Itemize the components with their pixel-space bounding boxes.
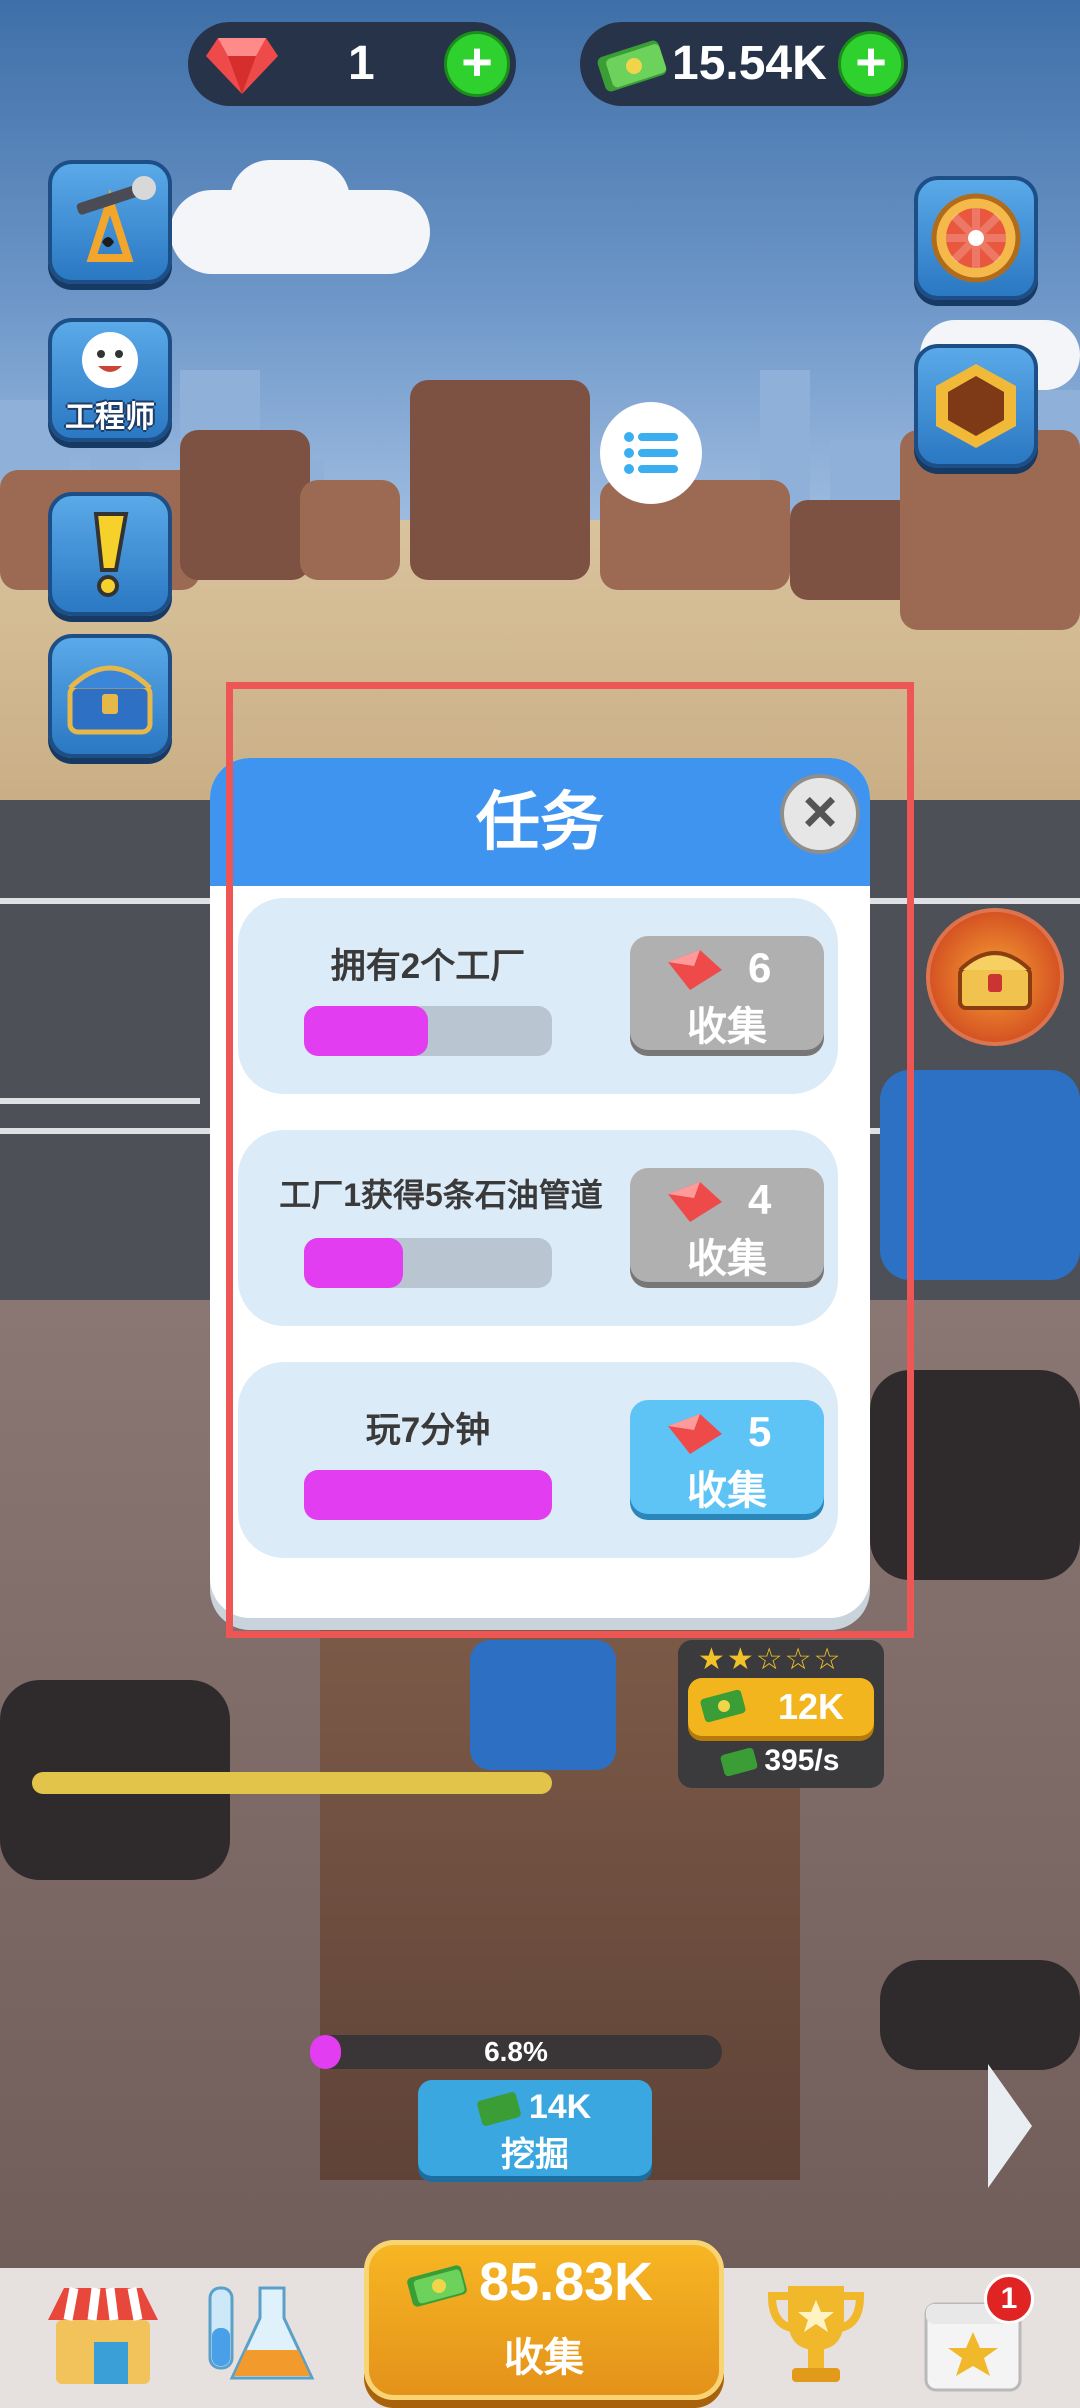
engineer-button[interactable]: 工程师 xyxy=(48,318,172,442)
lab-flask-icon xyxy=(208,2286,315,2380)
add-cash-button[interactable]: + xyxy=(838,31,904,97)
cloud xyxy=(230,160,350,240)
dig-cost-text: 14K xyxy=(528,2088,592,2126)
income-rate: 395/s xyxy=(719,1744,840,1778)
cash-amount: 15.54K xyxy=(672,37,827,90)
treasure-chest-icon xyxy=(958,951,1032,1010)
notification-badge: 1 xyxy=(984,2274,1034,2324)
hexagon-button[interactable] xyxy=(914,344,1038,468)
dig-cost: 14K xyxy=(418,2088,652,2127)
dig-label: 挖掘 xyxy=(501,2136,569,2174)
collect-all-button[interactable]: 85.83K 收集 xyxy=(364,2240,724,2400)
treasure-button[interactable] xyxy=(48,634,172,758)
highlight-frame xyxy=(226,682,914,1638)
cash-icon xyxy=(407,2265,467,2307)
engineer-label: 工程师 xyxy=(65,401,155,434)
factory-upgrade-button[interactable]: 12K xyxy=(688,1678,874,1736)
factory-upgrade-panel: ★★☆☆☆ 12K 395/s xyxy=(678,1640,884,1788)
lab-button[interactable] xyxy=(200,2278,320,2390)
dig-progress-text: 6.8% xyxy=(484,2036,548,2067)
add-gems-button[interactable]: + xyxy=(444,31,510,97)
menu-button[interactable] xyxy=(600,402,702,504)
oil-pump-icon xyxy=(76,176,156,262)
oil-tank xyxy=(470,1640,616,1770)
hexagon-icon xyxy=(936,364,1016,448)
coal-pile xyxy=(880,1960,1080,2070)
gem-counter: 1 + xyxy=(188,22,516,106)
cash-icon xyxy=(700,1689,746,1723)
treasure-chest-icon xyxy=(67,665,153,735)
alert-button[interactable] xyxy=(48,492,172,616)
engineer-icon xyxy=(82,332,138,388)
next-arrow-button[interactable] xyxy=(988,2064,1032,2188)
collect-amount: 85.83K xyxy=(479,2252,654,2312)
shop-icon xyxy=(48,2287,158,2384)
exclamation-icon xyxy=(93,512,129,597)
cash-icon xyxy=(476,2091,522,2127)
income-rate-text: 395/s xyxy=(764,1744,840,1777)
road-lane xyxy=(0,1098,200,1104)
cash-icon xyxy=(594,34,670,101)
upgrade-cost: 12K xyxy=(778,1686,845,1727)
chest-reward-bubble[interactable] xyxy=(926,908,1064,1046)
dig-button[interactable]: 14K 挖掘 xyxy=(418,2080,652,2176)
star-rating: ★★☆☆☆ xyxy=(698,1643,843,1676)
cash-counter: 15.54K + xyxy=(580,22,908,106)
menu-icon xyxy=(624,432,678,474)
rock xyxy=(180,430,310,580)
rock xyxy=(410,380,590,580)
dig-progress-bar: 6.8% xyxy=(310,2035,722,2069)
gem-amount: 1 xyxy=(348,37,375,90)
rock xyxy=(300,480,400,580)
trophy-button[interactable] xyxy=(762,2278,870,2390)
oil-pump-button[interactable] xyxy=(48,160,172,284)
trophy-icon xyxy=(767,2286,865,2382)
prize-wheel-button[interactable] xyxy=(914,176,1038,300)
pipe xyxy=(32,1772,552,1794)
shop-button[interactable] xyxy=(44,2280,162,2390)
prize-wheel-icon xyxy=(931,193,1021,283)
gem-icon xyxy=(204,32,280,101)
collect-label: 收集 xyxy=(504,2336,584,2380)
cash-icon xyxy=(719,1747,759,1778)
